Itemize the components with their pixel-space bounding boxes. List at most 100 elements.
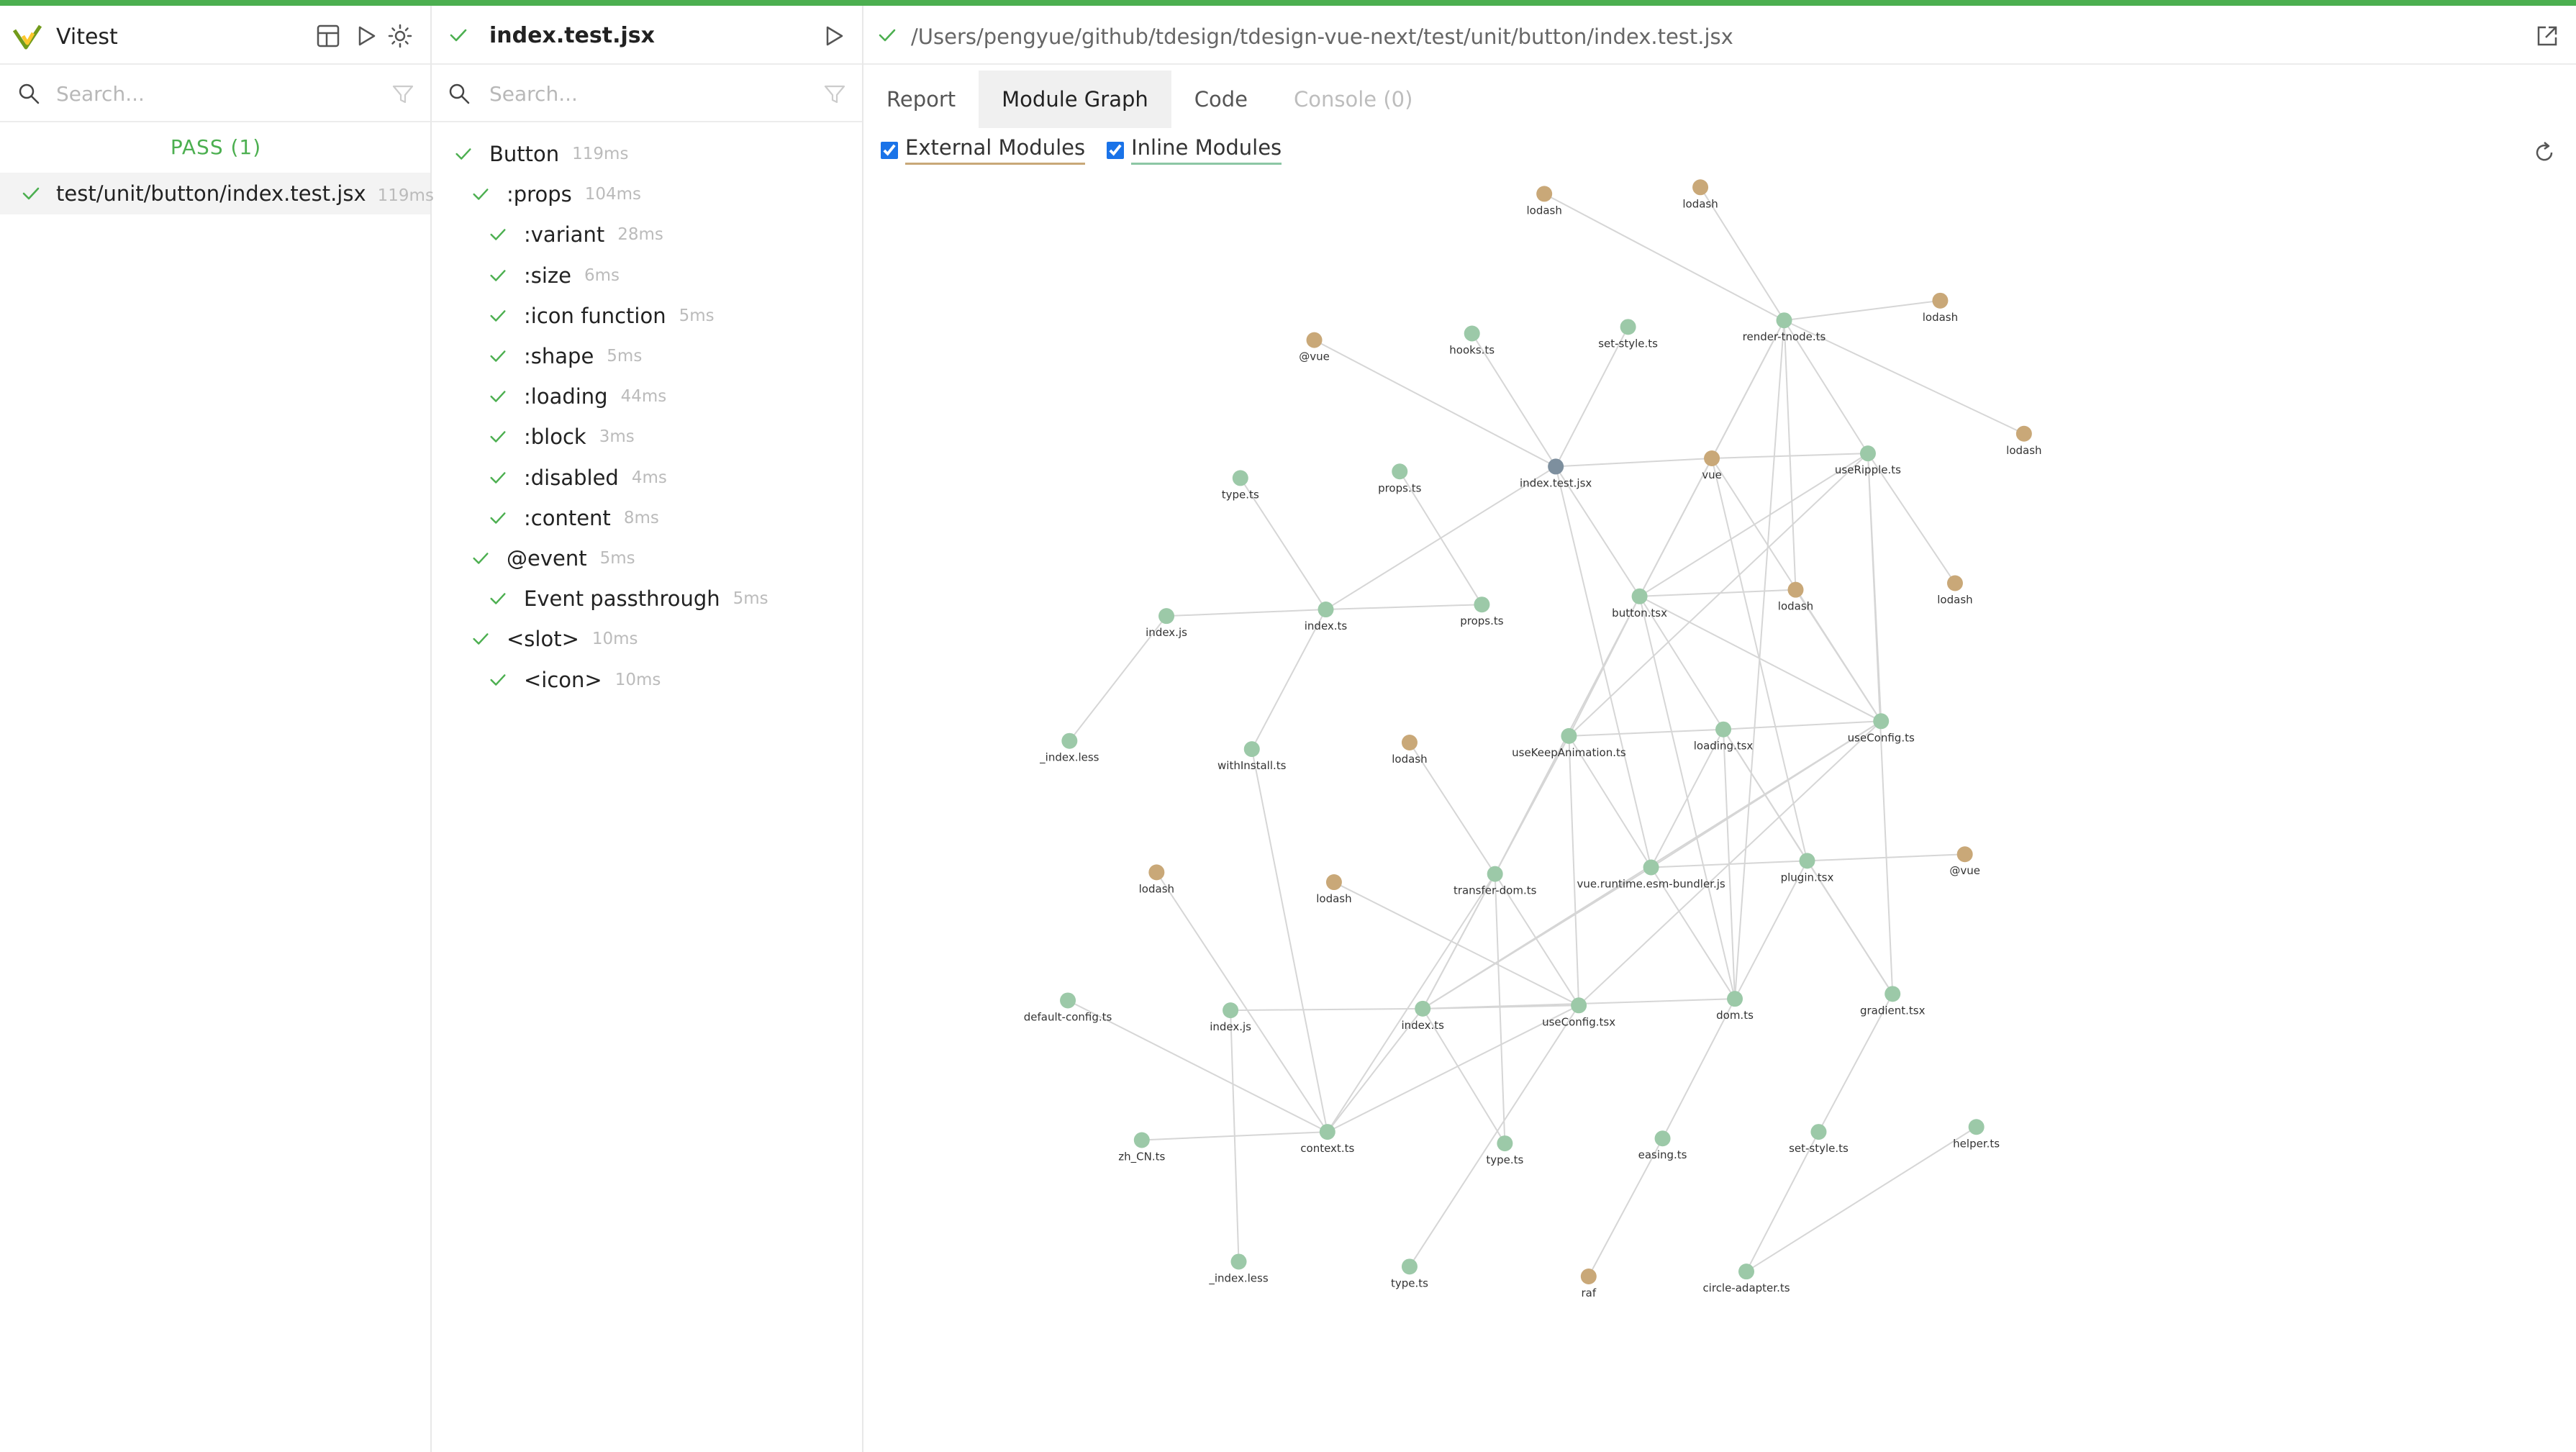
graph-node-circle[interactable]: [1415, 1000, 1431, 1017]
graph-node[interactable]: lodash: [1937, 575, 1973, 607]
graph-node-circle[interactable]: [1133, 1132, 1150, 1148]
graph-node-circle[interactable]: [1392, 463, 1408, 480]
graph-node[interactable]: transfer-dom.ts: [1453, 866, 1537, 897]
graph-node[interactable]: lodash: [1392, 734, 1428, 766]
graph-node[interactable]: _index.less: [1039, 732, 1099, 765]
graph-node-circle[interactable]: [1810, 1124, 1827, 1140]
graph-node-circle[interactable]: [1401, 1258, 1418, 1275]
graph-node[interactable]: helper.ts: [1953, 1119, 2000, 1150]
graph-node-circle[interactable]: [1571, 997, 1587, 1014]
graph-node[interactable]: loading.tsx: [1694, 721, 1754, 753]
graph-node-circle[interactable]: [1061, 732, 1078, 749]
graph-node[interactable]: _index.less: [1208, 1253, 1269, 1285]
graph-node[interactable]: lodash: [2006, 425, 2042, 457]
graph-node-circle[interactable]: [1230, 1253, 1247, 1270]
graph-node-circle[interactable]: [1401, 734, 1418, 750]
graph-node-circle[interactable]: [1306, 332, 1323, 348]
graph-node[interactable]: index.ts: [1305, 602, 1348, 632]
graph-node-circle[interactable]: [1620, 319, 1636, 335]
graph-node-circle[interactable]: [1497, 1135, 1513, 1152]
graph-node-circle[interactable]: [1727, 991, 1743, 1007]
graph-node[interactable]: type.ts: [1391, 1258, 1428, 1289]
graph-node-circle[interactable]: [1464, 325, 1480, 342]
graph-node[interactable]: context.ts: [1300, 1124, 1354, 1155]
graph-node-circle[interactable]: [1885, 986, 1901, 1002]
graph-node-circle[interactable]: [1548, 458, 1564, 475]
graph-node-label: default-config.ts: [1024, 1010, 1112, 1023]
graph-node-circle[interactable]: [1318, 602, 1334, 618]
graph-node[interactable]: lodash: [1682, 179, 1718, 210]
graph-node[interactable]: useConfig.tsx: [1542, 997, 1615, 1028]
graph-node-circle[interactable]: [1738, 1263, 1755, 1280]
graph-node-circle[interactable]: [1799, 853, 1815, 869]
graph-node-label: props.ts: [1378, 481, 1422, 494]
graph-node-circle[interactable]: [2015, 425, 2032, 442]
graph-node-circle[interactable]: [1148, 864, 1165, 881]
graph-node[interactable]: dom.ts: [1716, 991, 1754, 1022]
graph-node[interactable]: lodash: [1526, 186, 1562, 217]
graph-node-circle[interactable]: [1536, 186, 1553, 202]
graph-node-circle[interactable]: [1787, 581, 1804, 598]
graph-node-circle[interactable]: [1715, 721, 1732, 738]
graph-node[interactable]: circle-adapter.ts: [1702, 1263, 1790, 1294]
graph-node-circle[interactable]: [1060, 992, 1076, 1009]
graph-node-circle[interactable]: [1158, 608, 1175, 625]
graph-node[interactable]: lodash: [1923, 292, 1958, 324]
graph-node[interactable]: useKeepAnimation.ts: [1512, 727, 1626, 759]
graph-node-circle[interactable]: [1932, 292, 1949, 309]
graph-node[interactable]: useRipple.ts: [1835, 445, 1901, 476]
graph-node[interactable]: set-style.ts: [1789, 1124, 1849, 1155]
graph-node[interactable]: lodash: [1316, 874, 1352, 905]
graph-node[interactable]: @vue: [1949, 846, 1980, 877]
graph-node[interactable]: index.ts: [1401, 1000, 1444, 1032]
graph-node[interactable]: button.tsx: [1612, 588, 1667, 620]
graph-node[interactable]: index.test.jsx: [1520, 458, 1592, 489]
graph-node[interactable]: index.js: [1146, 608, 1187, 639]
graph-node-circle[interactable]: [1319, 1124, 1335, 1140]
graph-node[interactable]: default-config.ts: [1024, 992, 1112, 1023]
graph-node-circle[interactable]: [1776, 312, 1792, 329]
graph-node-circle[interactable]: [1873, 713, 1890, 730]
graph-node-circle[interactable]: [1580, 1269, 1597, 1285]
graph-node-circle[interactable]: [1561, 727, 1577, 744]
graph-node[interactable]: @vue: [1299, 332, 1330, 363]
graph-node-circle[interactable]: [1474, 596, 1490, 613]
graph-edge: [1327, 1004, 1579, 1133]
graph-node-circle[interactable]: [1223, 1002, 1239, 1019]
graph-node[interactable]: set-style.ts: [1598, 319, 1658, 350]
graph-node-label: _index.less: [1039, 751, 1099, 765]
graph-node-circle[interactable]: [1956, 846, 1973, 863]
graph-node[interactable]: props.ts: [1378, 463, 1422, 494]
graph-node[interactable]: raf: [1580, 1269, 1597, 1299]
graph-node-circle[interactable]: [1487, 866, 1503, 882]
graph-node-circle[interactable]: [1243, 741, 1260, 758]
graph-node-label: lodash: [1778, 600, 1813, 613]
graph-node-circle[interactable]: [1968, 1119, 1985, 1135]
graph-node[interactable]: zh_CN.ts: [1118, 1132, 1165, 1164]
graph-node-circle[interactable]: [1859, 445, 1876, 462]
graph-node[interactable]: lodash: [1139, 864, 1174, 895]
module-graph[interactable]: lodash lodash render-tnode.ts lodash @vue hoo…: [0, 0, 2576, 1452]
graph-node-circle[interactable]: [1704, 450, 1720, 467]
graph-node[interactable]: easing.ts: [1638, 1130, 1687, 1161]
graph-node[interactable]: useConfig.ts: [1848, 713, 1915, 744]
graph-node-circle[interactable]: [1643, 859, 1659, 876]
graph-node[interactable]: plugin.tsx: [1781, 853, 1834, 884]
graph-node-label: plugin.tsx: [1781, 871, 1834, 884]
graph-node[interactable]: lodash: [1778, 581, 1813, 613]
graph-node[interactable]: withInstall.ts: [1217, 741, 1287, 772]
graph-node-label: useConfig.ts: [1848, 731, 1915, 744]
graph-node-circle[interactable]: [1946, 575, 1963, 591]
graph-node[interactable]: gradient.tsx: [1860, 986, 1926, 1017]
graph-edge: [1568, 453, 1869, 737]
graph-node[interactable]: type.ts: [1222, 470, 1259, 501]
graph-node-circle[interactable]: [1631, 588, 1648, 604]
graph-node-circle[interactable]: [1325, 874, 1342, 891]
graph-node-circle[interactable]: [1654, 1130, 1671, 1147]
graph-node[interactable]: vue: [1702, 450, 1722, 481]
graph-node-circle[interactable]: [1232, 470, 1248, 486]
graph-node[interactable]: props.ts: [1460, 596, 1504, 627]
graph-node[interactable]: hooks.ts: [1449, 325, 1495, 356]
graph-node-label: hooks.ts: [1449, 343, 1495, 356]
graph-node-circle[interactable]: [1692, 179, 1709, 196]
